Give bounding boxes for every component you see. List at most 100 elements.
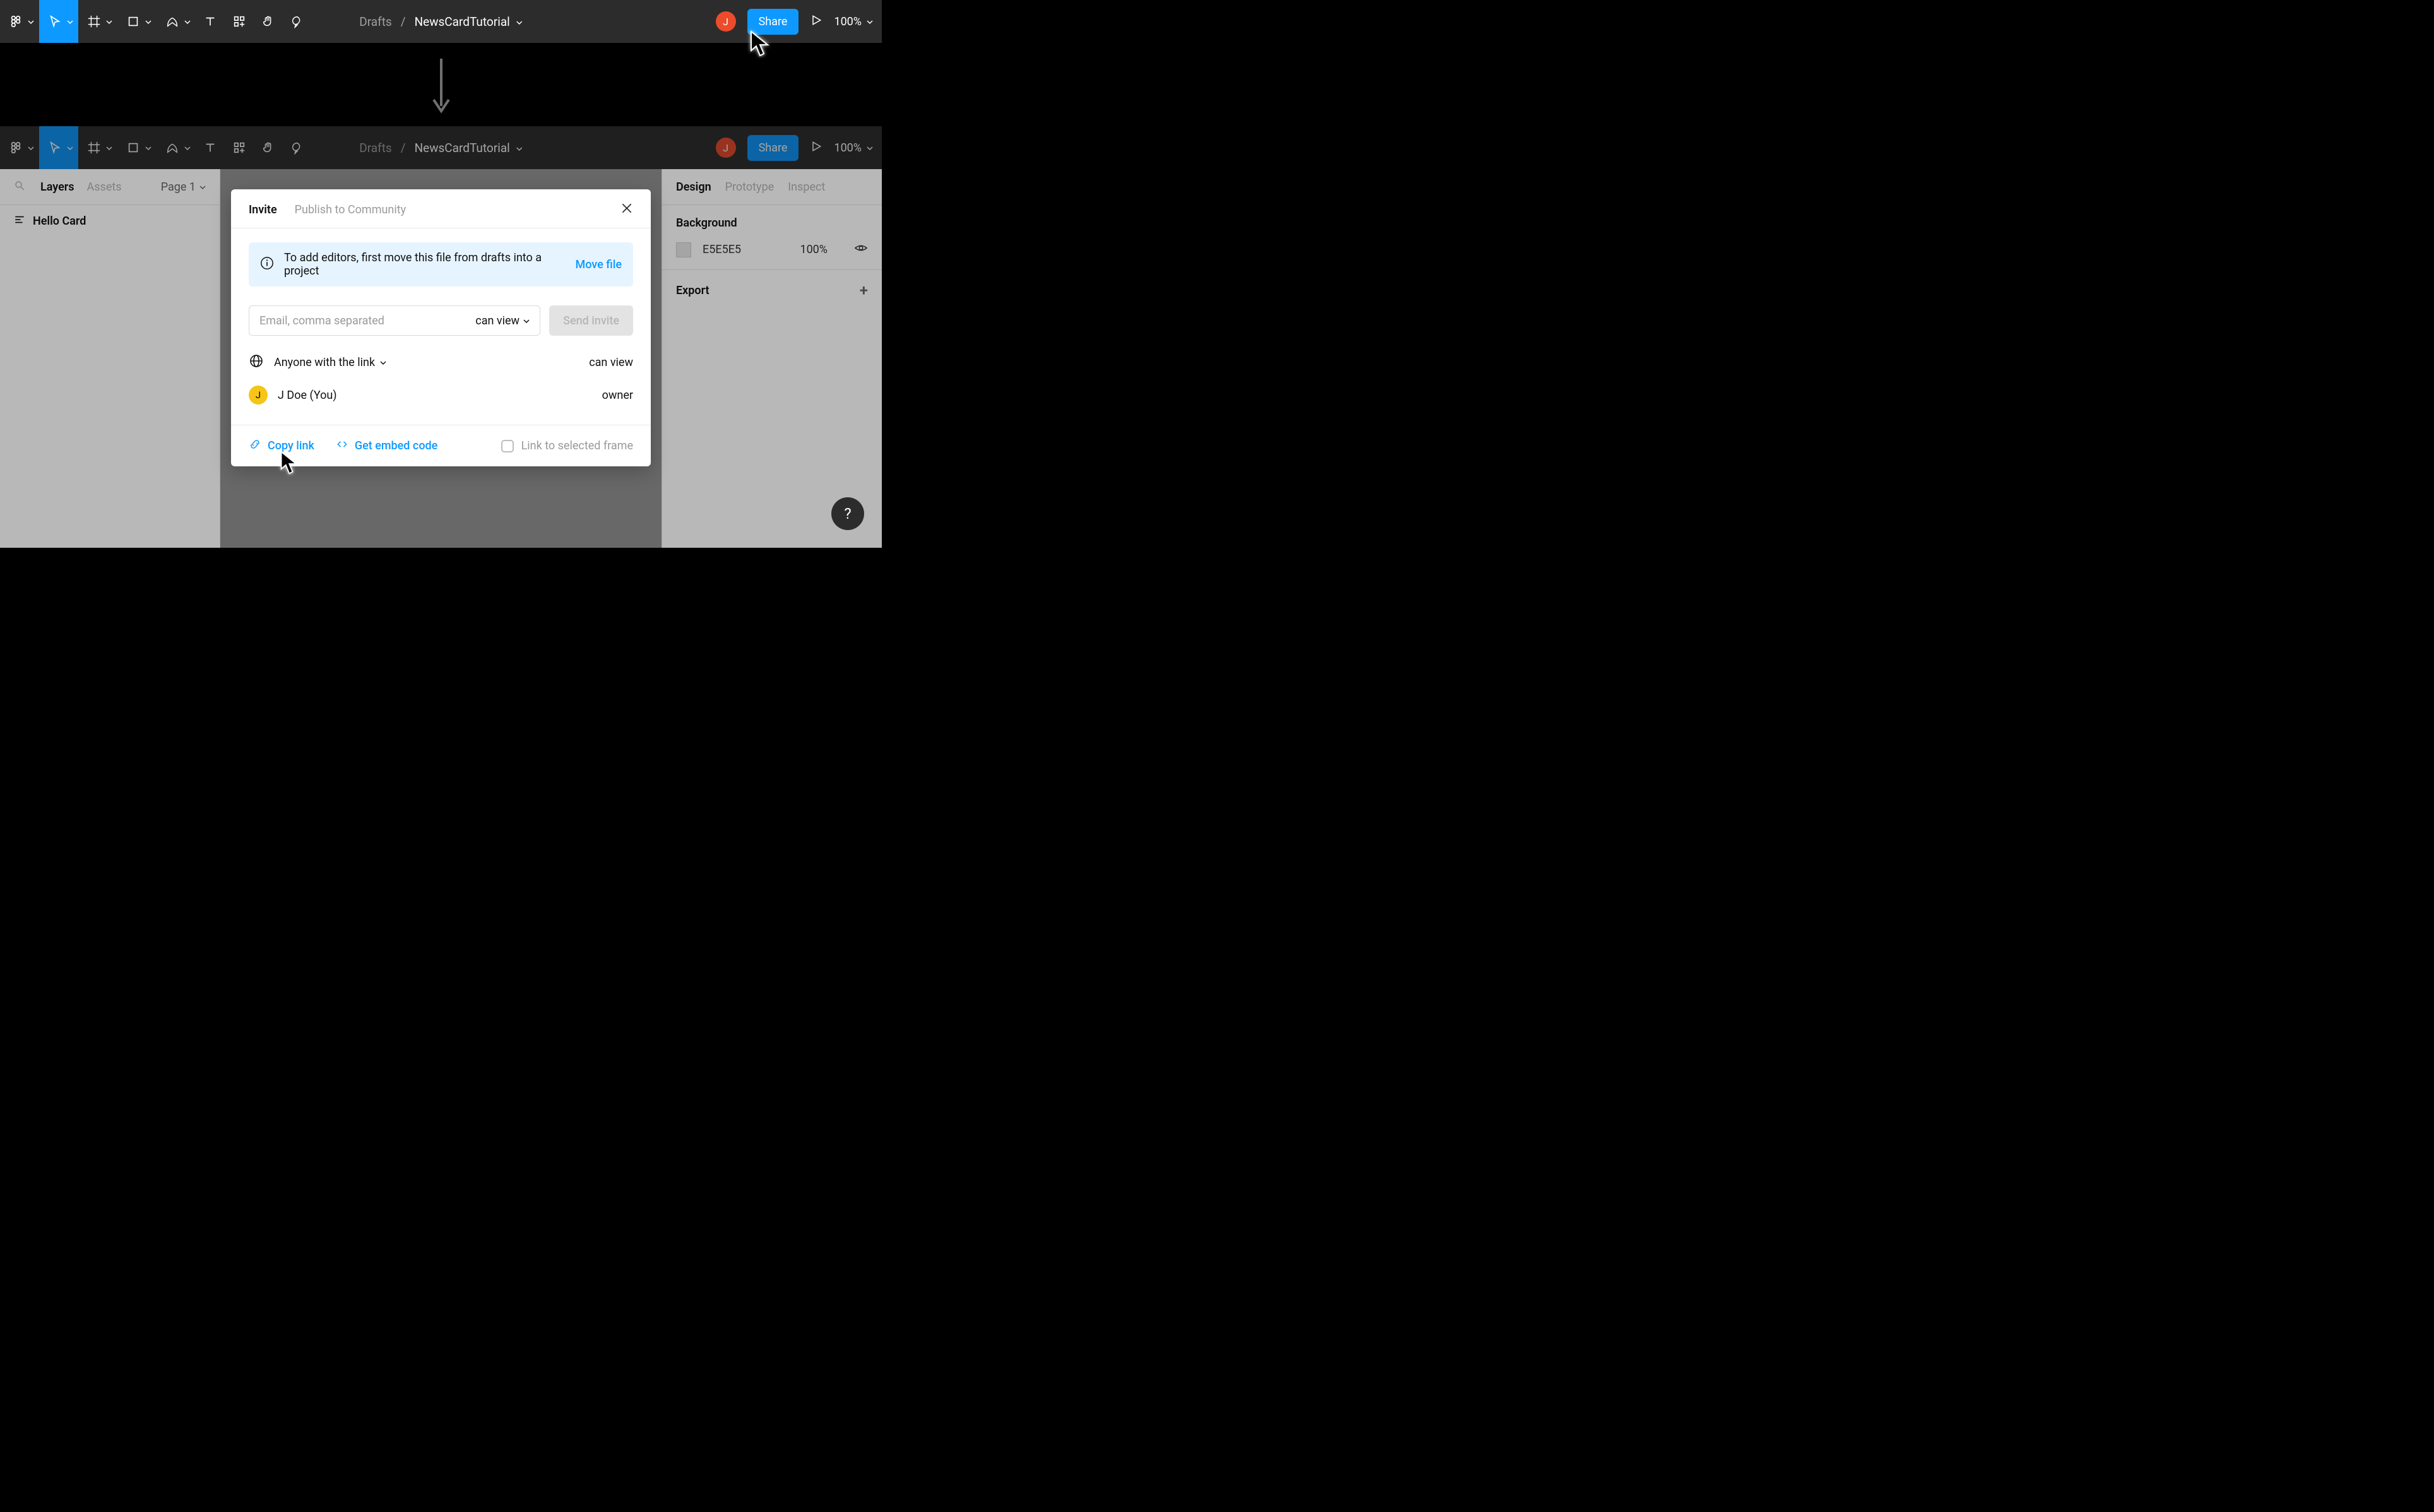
left-panel-tabs: Layers Assets Page 1: [0, 169, 220, 204]
link-permission[interactable]: can view: [589, 356, 633, 369]
breadcrumb-folder[interactable]: Drafts: [359, 15, 392, 29]
resources-button[interactable]: [225, 126, 254, 169]
chevron-down-icon: [145, 16, 151, 28]
chevron-down-icon: [867, 15, 873, 28]
toolbar-editor: Drafts / NewsCardTutorial J Share 100%: [0, 126, 882, 169]
present-button[interactable]: [810, 140, 822, 155]
frame-label: Link to selected frame: [521, 439, 633, 452]
tab-inspect[interactable]: Inspect: [788, 180, 825, 194]
email-placeholder: Email, comma separated: [259, 314, 384, 328]
bg-opacity: 100%: [800, 243, 828, 256]
invite-row: Email, comma separated can view Send inv…: [249, 305, 633, 336]
right-panel: Design Prototype Inspect Background E5E5…: [662, 169, 882, 548]
modal-header: Invite Publish to Community: [231, 189, 651, 228]
breadcrumb-file[interactable]: NewsCardTutorial: [415, 15, 523, 29]
hand-icon: [261, 15, 275, 28]
move-file-link[interactable]: Move file: [575, 258, 622, 271]
present-button[interactable]: [810, 14, 822, 29]
text-tool-button[interactable]: [196, 0, 225, 43]
resources-icon: [232, 15, 246, 28]
send-invite-button[interactable]: Send invite: [549, 305, 633, 336]
owner-row: J J Doe (You) owner: [249, 386, 633, 405]
chevron-down-icon: [380, 356, 386, 369]
color-swatch[interactable]: [676, 242, 691, 257]
chevron-down-icon: [67, 142, 73, 154]
checkbox-icon: [501, 440, 514, 452]
permission-dropdown[interactable]: can view: [475, 314, 530, 328]
figma-logo-icon: [9, 15, 23, 28]
frame-tool-button[interactable]: [78, 0, 117, 43]
layer-row[interactable]: Hello Card: [0, 205, 220, 237]
shape-tool-button[interactable]: [117, 126, 157, 169]
chevron-down-icon: [28, 142, 34, 154]
user-avatar[interactable]: J: [716, 138, 736, 158]
move-tool-button[interactable]: [39, 0, 78, 43]
breadcrumb-folder[interactable]: Drafts: [359, 141, 392, 155]
zoom-menu[interactable]: 100%: [834, 141, 873, 155]
link-scope-label: Anyone with the link: [274, 356, 375, 369]
cursor-pointer-icon: [749, 30, 774, 62]
comment-tool-button[interactable]: [283, 126, 312, 169]
owner-avatar: J: [249, 386, 268, 405]
code-icon: [336, 438, 348, 454]
modal-tabs: Invite Publish to Community: [249, 203, 406, 216]
visibility-toggle[interactable]: [854, 241, 868, 258]
layer-name: Hello Card: [33, 215, 86, 228]
page-selector[interactable]: Page 1: [161, 180, 206, 194]
flow-arrow-icon: [429, 56, 454, 121]
play-icon: [810, 14, 822, 27]
comment-tool-button[interactable]: [283, 0, 312, 43]
bg-hex: E5E5E5: [703, 243, 741, 256]
pen-icon: [165, 15, 179, 28]
zoom-menu[interactable]: 100%: [834, 15, 873, 28]
hand-tool-button[interactable]: [254, 0, 283, 43]
resources-icon: [232, 141, 246, 155]
play-icon: [810, 140, 822, 153]
search-icon[interactable]: [14, 180, 25, 194]
figma-logo-icon: [9, 141, 23, 155]
breadcrumb: Drafts / NewsCardTutorial: [359, 141, 523, 155]
help-button[interactable]: ?: [831, 497, 864, 530]
hand-tool-button[interactable]: [254, 126, 283, 169]
add-export-button[interactable]: +: [860, 281, 868, 299]
embed-code-button[interactable]: Get embed code: [336, 438, 437, 454]
embed-code-label: Get embed code: [355, 439, 437, 452]
breadcrumb-file[interactable]: NewsCardTutorial: [415, 141, 523, 155]
tab-layers[interactable]: Layers: [40, 180, 74, 194]
right-panel-tabs: Design Prototype Inspect: [662, 169, 882, 204]
shape-tool-button[interactable]: [117, 0, 157, 43]
tab-invite[interactable]: Invite: [249, 203, 277, 216]
tab-prototype[interactable]: Prototype: [725, 180, 775, 194]
info-banner: To add editors, first move this file fro…: [249, 242, 633, 286]
modal-body: To add editors, first move this file fro…: [231, 228, 651, 425]
background-section: Background E5E5E5 100%: [662, 205, 882, 269]
chevron-down-icon: [867, 141, 873, 155]
link-scope-dropdown[interactable]: Anyone with the link: [274, 356, 386, 369]
chevron-down-icon: [523, 314, 530, 328]
close-button[interactable]: [620, 202, 633, 218]
email-input[interactable]: Email, comma separated can view: [249, 305, 540, 336]
pen-tool-button[interactable]: [157, 0, 196, 43]
cursor-pointer-icon: [279, 451, 302, 480]
link-to-frame-checkbox[interactable]: Link to selected frame: [501, 439, 633, 452]
pen-tool-button[interactable]: [157, 126, 196, 169]
banner-message: To add editors, first move this file fro…: [284, 251, 565, 278]
text-tool-button[interactable]: [196, 126, 225, 169]
frame-tool-button[interactable]: [78, 126, 117, 169]
move-tool-button[interactable]: [39, 126, 78, 169]
user-avatar[interactable]: J: [716, 11, 736, 32]
tab-design[interactable]: Design: [676, 180, 711, 194]
tab-publish[interactable]: Publish to Community: [295, 203, 406, 216]
chevron-down-icon: [184, 16, 191, 28]
zoom-value: 100%: [834, 15, 862, 28]
main-menu-button[interactable]: [0, 126, 39, 169]
perm-label: can view: [475, 314, 519, 328]
resources-button[interactable]: [225, 0, 254, 43]
share-modal: Invite Publish to Community To add edito…: [231, 189, 651, 466]
align-left-icon: [14, 214, 25, 228]
text-icon: [203, 15, 217, 28]
background-row[interactable]: E5E5E5 100%: [676, 241, 868, 258]
tab-assets[interactable]: Assets: [87, 180, 122, 194]
share-button[interactable]: Share: [747, 135, 799, 161]
main-menu-button[interactable]: [0, 0, 39, 43]
